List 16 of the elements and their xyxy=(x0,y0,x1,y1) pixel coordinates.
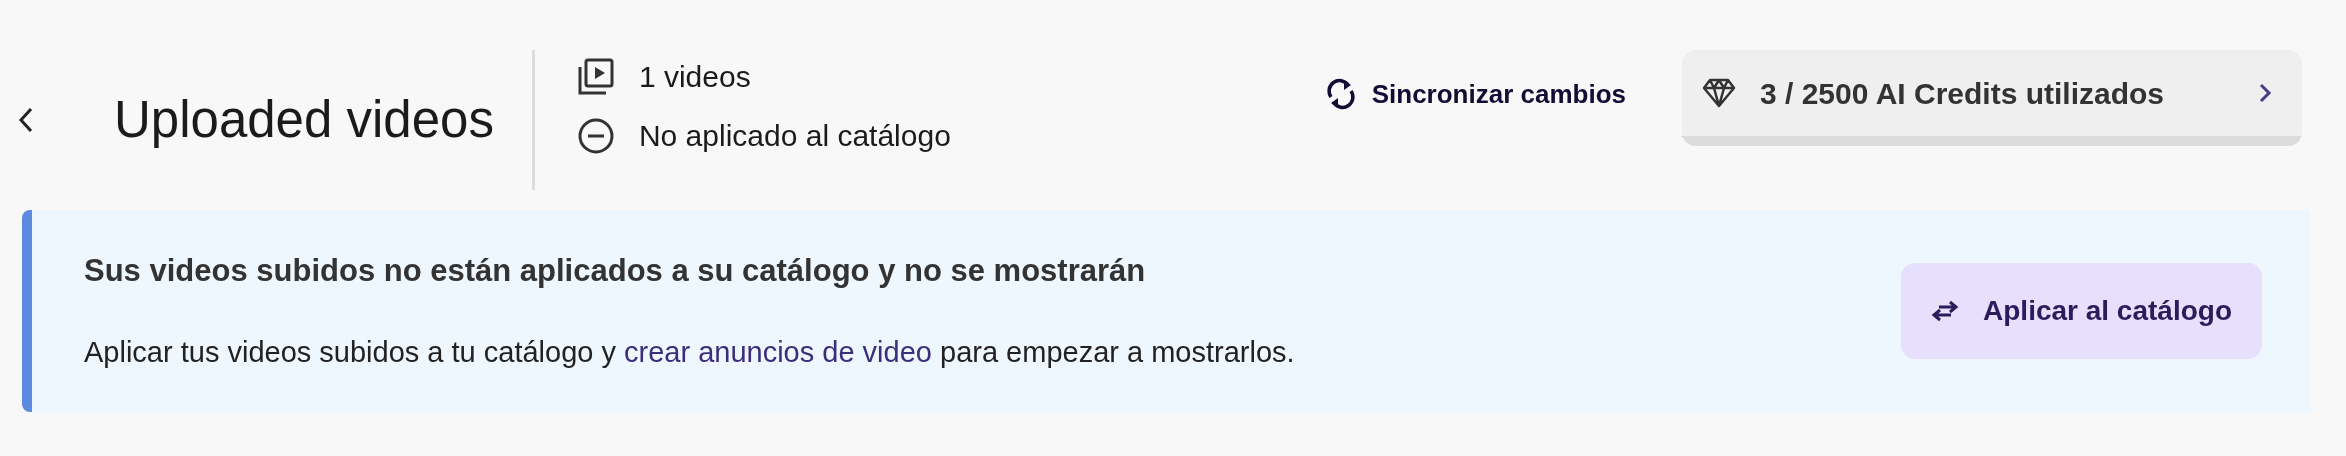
page-title: Uploaded videos xyxy=(114,90,494,151)
sync-icon[interactable] xyxy=(1325,77,1356,111)
video-count: 1 videos xyxy=(638,59,751,95)
back-icon[interactable] xyxy=(18,107,34,133)
video-ads-link[interactable]: crear anuncios de video xyxy=(624,335,932,368)
apply-button[interactable]: Aplicar al catálogo xyxy=(1901,263,2262,359)
credits-button[interactable]: 3 / 2500 AI Credits utilizados xyxy=(1682,50,2302,146)
catalog-status: No aplicado al catálogo xyxy=(638,118,951,154)
banner-text: Aplicar tus videos subidos a tu catálogo y crear anuncios de video para empezar a mostrarlos. xyxy=(84,334,1296,370)
sync-button[interactable]: Sincronizar cambios xyxy=(1319,46,1632,142)
swap-arrows-icon[interactable] xyxy=(1931,299,1960,323)
diamond-icon xyxy=(1702,78,1736,108)
minus-circle-icon xyxy=(576,116,615,155)
video-stack-icon xyxy=(576,57,615,96)
chevron-right-icon[interactable] xyxy=(2258,82,2272,104)
banner-heading: Sus videos subidos no están aplicados a su catálogo y no se mostrarán xyxy=(84,252,1147,290)
